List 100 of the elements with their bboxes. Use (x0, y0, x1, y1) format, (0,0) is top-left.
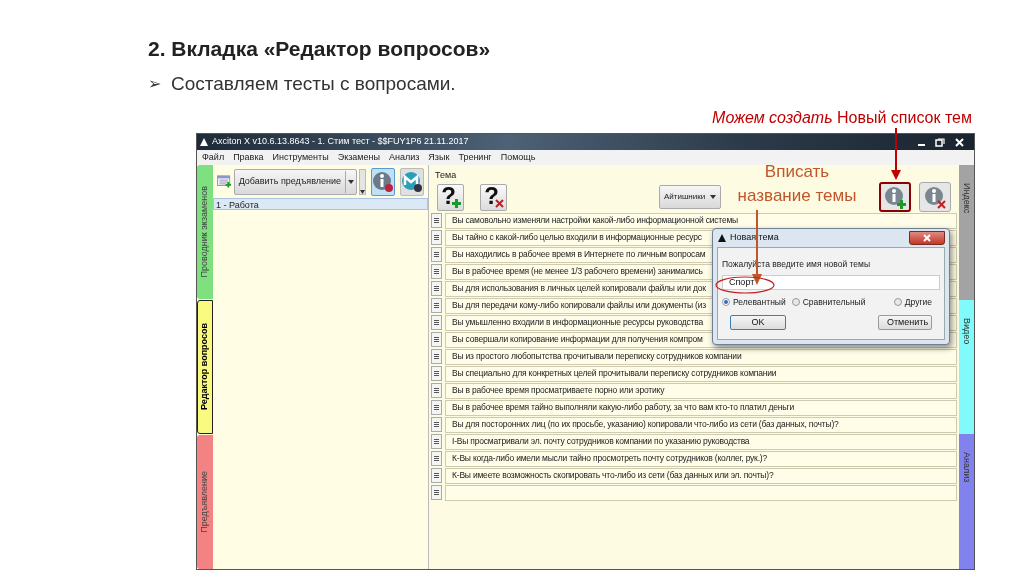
lines-icon (434, 388, 439, 393)
menu-item[interactable]: Тренинг (458, 150, 492, 165)
annotation-ellipse (715, 276, 775, 294)
lines-icon (434, 371, 439, 376)
radio-option[interactable]: Релевантный (722, 295, 786, 309)
app-logo-icon (717, 233, 727, 243)
menu-item[interactable]: Инструменты (272, 150, 329, 165)
side-tab[interactable]: Индекс (959, 165, 974, 300)
caret-icon (360, 189, 365, 194)
lines-icon (434, 473, 439, 478)
bullet-text: Составляем тесты с вопросами. (171, 72, 456, 96)
row-menu-button[interactable] (431, 417, 442, 432)
menu-item[interactable]: Экзамены (337, 150, 380, 165)
question-cell[interactable]: Вы специально для конкретных целей прочитывали переписку сотрудников компании (445, 365, 957, 382)
bullet-marker: ➢ (148, 74, 161, 95)
row-menu-button[interactable] (431, 366, 442, 381)
lines-icon (434, 286, 439, 291)
info-delete-icon (923, 185, 947, 209)
lines-icon (434, 439, 439, 444)
side-tab[interactable]: Видео (959, 299, 974, 435)
dialog-button[interactable]: OK (730, 314, 786, 330)
menu-item[interactable]: Анализ (388, 150, 420, 165)
dialog-button[interactable]: Отменить (878, 314, 932, 330)
restore-icon (935, 137, 945, 147)
row-menu-button[interactable] (431, 264, 442, 279)
row-menu-button[interactable] (431, 230, 442, 245)
row-menu-button[interactable] (431, 400, 442, 415)
lines-icon (434, 405, 439, 410)
info-icon (372, 170, 394, 193)
question-cell[interactable]: К-Вы когда-либо имели мысли тайно просмотреть почту сотрудников (коллег, рук.)? (445, 450, 957, 467)
window-title: Axciton X v10.6.13.8643 - 1. Стим тест - $$FUY1P6 21.11.2017 (212, 135, 469, 149)
annotation-text: Вписать название темы (736, 161, 858, 207)
radio-option[interactable]: Сравнительный (791, 295, 866, 309)
row-menu-button[interactable] (431, 383, 442, 398)
tool-button[interactable] (371, 167, 395, 196)
row-menu-button[interactable] (431, 315, 442, 330)
slide-heading: 2. Вкладка «Редактор вопросов» (148, 36, 492, 62)
caret-icon (710, 195, 716, 199)
row-menu-button[interactable] (431, 349, 442, 364)
lines-icon (434, 252, 439, 257)
lines-icon (434, 354, 439, 359)
row-menu-button[interactable] (431, 332, 442, 347)
row-menu-button[interactable] (431, 468, 442, 483)
add-presentation-button[interactable]: Добавить предъявление (233, 168, 357, 195)
question-cell[interactable]: Вы из простого любопытства прочитывали переписку сотрудников компании (445, 348, 957, 365)
empty-question-cell[interactable] (445, 484, 957, 501)
question-cell[interactable]: К-Вы имеете возможность скопировать что-либо из сети (баз данных или эл. почты)? (445, 467, 957, 484)
menu-item[interactable]: Язык (428, 150, 450, 165)
question-cell[interactable]: Вы для посторонних лиц (по их просьбе, указанию) копировали что-либо из сети (баз данных, почты)? (445, 416, 957, 433)
lines-icon (434, 337, 439, 342)
radio-button[interactable] (791, 298, 800, 307)
question-button[interactable]: ? (480, 183, 507, 211)
dialog-title: Новая тема (730, 231, 779, 245)
minimize-icon (918, 144, 925, 146)
side-tab[interactable]: Редактор вопросов (197, 300, 213, 434)
question-cell[interactable]: Вы самовольно изменяли настройки какой-либо информационной системы (445, 212, 957, 229)
row-menu-button[interactable] (431, 451, 442, 466)
row-menu-button[interactable] (431, 247, 442, 262)
annotation-arrow (890, 128, 902, 180)
close-icon (923, 234, 931, 242)
info-add-icon (883, 185, 907, 209)
topic-button[interactable] (919, 182, 951, 212)
side-tab[interactable]: Предъявление (197, 435, 213, 569)
question-cell[interactable]: Вы в рабочее время тайно выполняли какую-либо работу, за что вам кто-то платил деньги (445, 399, 957, 416)
lines-icon (434, 456, 439, 461)
lines-icon (434, 320, 439, 325)
side-tab[interactable]: Проводник экзаменов (197, 165, 213, 299)
lines-icon (434, 422, 439, 427)
menu-item[interactable]: Правка (233, 150, 264, 165)
row-menu-button[interactable] (431, 298, 442, 313)
app-logo-icon (199, 137, 209, 147)
radio-button[interactable] (722, 298, 730, 307)
topic-dropdown[interactable]: Айтишники (659, 185, 721, 209)
radio-option[interactable]: Другие (893, 295, 932, 309)
zigzag-badge-icon (401, 170, 423, 193)
radio-button[interactable] (893, 298, 902, 307)
topic-name-field[interactable]: Спорт (722, 274, 940, 290)
question-cell[interactable]: Вы в рабочее время просматриваете порно или эротику (445, 382, 957, 399)
menu-item[interactable]: Файл (202, 150, 225, 165)
topic-label: Тема (435, 169, 457, 182)
tool-button[interactable] (400, 167, 424, 196)
lines-icon (434, 218, 439, 223)
row-menu-button[interactable] (431, 213, 442, 228)
exam-item[interactable]: 1 - Работа (213, 198, 428, 210)
question-button[interactable]: ? (437, 183, 464, 211)
lines-icon (434, 269, 439, 274)
small-dropdown-button[interactable] (359, 168, 366, 195)
row-menu-button[interactable] (431, 485, 442, 500)
close-icon (955, 137, 964, 147)
question-cell[interactable]: I-Вы просматривали эл. почту сотрудников компании по указанию руководства (445, 433, 957, 450)
menu-item[interactable]: Помощь (500, 150, 536, 165)
lines-icon (434, 490, 439, 495)
side-tab[interactable]: Анализ (959, 434, 974, 569)
lines-icon (434, 303, 439, 308)
annotation-text: Можем создать Новый список тем (712, 108, 972, 128)
topic-button[interactable] (879, 182, 911, 212)
close-button[interactable] (909, 231, 945, 245)
lines-icon (434, 235, 439, 240)
row-menu-button[interactable] (431, 434, 442, 449)
row-menu-button[interactable] (431, 281, 442, 296)
